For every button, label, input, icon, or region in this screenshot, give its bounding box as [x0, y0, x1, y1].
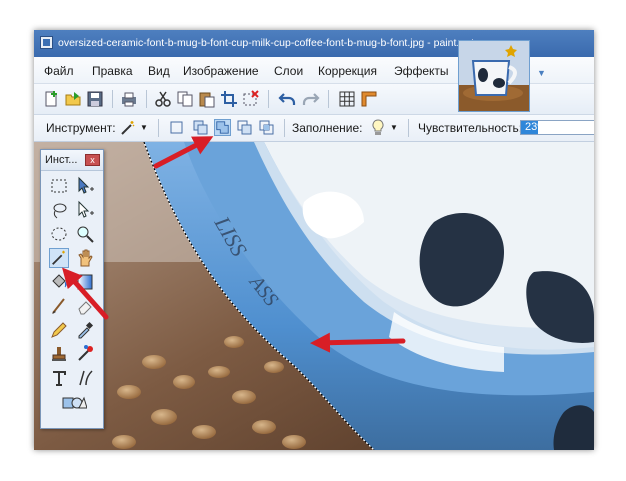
menu-file[interactable]: Файл [44, 64, 74, 78]
tool-dropdown-arrow-icon[interactable]: ▼ [140, 123, 148, 132]
magic-wand-tool-icon[interactable] [49, 248, 69, 268]
tool-options-bar: Инструмент: ▼ Заполнение: ▼ Чувствительн… [34, 115, 594, 142]
toolbar-separator [328, 90, 329, 108]
paint-net-app-icon [40, 36, 53, 49]
move-selected-icon[interactable] [75, 200, 95, 220]
cut-icon[interactable] [154, 90, 172, 108]
paste-icon[interactable] [198, 90, 216, 108]
zoom-icon[interactable] [75, 224, 95, 244]
mug-photo: LISS ASS [34, 142, 594, 450]
toolbar-separator [112, 90, 113, 108]
options-separator [158, 119, 159, 137]
tools-window-header[interactable]: Инст... x [41, 150, 103, 171]
color-picker-icon[interactable] [75, 320, 95, 340]
recolor-icon[interactable] [75, 344, 95, 364]
thumbnail-mug-image [459, 41, 529, 111]
tool-label: Инструмент: [46, 121, 116, 135]
toolbar-separator [268, 90, 269, 108]
toolbar-separator [146, 90, 147, 108]
pan-icon[interactable] [75, 248, 95, 268]
selection-mode-replace-icon[interactable] [168, 119, 185, 136]
selection-mode-exclude-icon[interactable] [236, 119, 253, 136]
paint-net-window: oversized-ceramic-font-b-mug-b-font-cup-… [34, 30, 594, 450]
menu-adjustments[interactable]: Коррекция [318, 64, 377, 78]
ellipse-select-icon[interactable] [49, 224, 69, 244]
selection-mode-intersect-icon[interactable] [258, 119, 275, 136]
sensitivity-slider[interactable]: 23% [520, 120, 594, 135]
lasso-select-icon[interactable] [49, 200, 69, 220]
paintbrush-icon[interactable] [49, 296, 69, 316]
thumbnail-dropdown-icon[interactable]: ▼ [537, 68, 546, 78]
selection-mode-union-icon[interactable] [214, 119, 231, 136]
tools-window: Инст... x [40, 149, 104, 429]
shapes-icon[interactable] [61, 392, 87, 412]
menu-image[interactable]: Изображение [183, 64, 259, 78]
paint-bucket-icon[interactable] [49, 272, 69, 292]
copy-icon[interactable] [176, 90, 194, 108]
grid-icon[interactable] [338, 90, 356, 108]
redo-icon[interactable] [302, 90, 320, 108]
ruler-icon[interactable] [360, 90, 378, 108]
tools-window-close-icon[interactable]: x [85, 154, 100, 166]
fill-label: Заполнение: [292, 121, 363, 135]
pencil-icon[interactable] [49, 320, 69, 340]
undo-icon[interactable] [278, 90, 296, 108]
eraser-icon[interactable] [75, 296, 95, 316]
sensitivity-label: Чувствительность: [418, 121, 523, 135]
gradient-icon[interactable] [75, 272, 95, 292]
selection-mode-add-icon[interactable] [192, 119, 209, 136]
sensitivity-value: 23% [525, 121, 548, 133]
crop-icon[interactable] [220, 90, 238, 108]
menu-layers[interactable]: Слои [274, 64, 303, 78]
options-separator [408, 119, 409, 137]
image-canvas[interactable]: LISS ASS [34, 142, 594, 450]
deselect-icon[interactable] [242, 90, 260, 108]
image-thumbnail[interactable] [458, 40, 530, 112]
save-icon[interactable] [86, 90, 104, 108]
new-icon[interactable] [42, 90, 60, 108]
print-icon[interactable] [120, 90, 138, 108]
window-title: oversized-ceramic-font-b-mug-b-font-cup-… [58, 37, 503, 49]
magic-wand-icon[interactable] [120, 120, 136, 136]
text-icon[interactable] [49, 368, 69, 388]
menu-edit[interactable]: Правка [92, 64, 133, 78]
options-separator [284, 119, 285, 137]
clone-stamp-icon[interactable] [49, 344, 69, 364]
fill-dropdown-arrow-icon[interactable]: ▼ [390, 123, 398, 132]
flood-mode-icon[interactable] [370, 119, 386, 136]
menu-effects[interactable]: Эффекты [394, 64, 449, 78]
menu-view[interactable]: Вид [148, 64, 170, 78]
open-icon[interactable] [64, 90, 82, 108]
rectangle-select-icon[interactable] [49, 176, 69, 196]
move-selection-icon[interactable] [75, 176, 95, 196]
tools-window-title: Инст... [45, 154, 78, 166]
line-curve-icon[interactable] [75, 368, 95, 388]
